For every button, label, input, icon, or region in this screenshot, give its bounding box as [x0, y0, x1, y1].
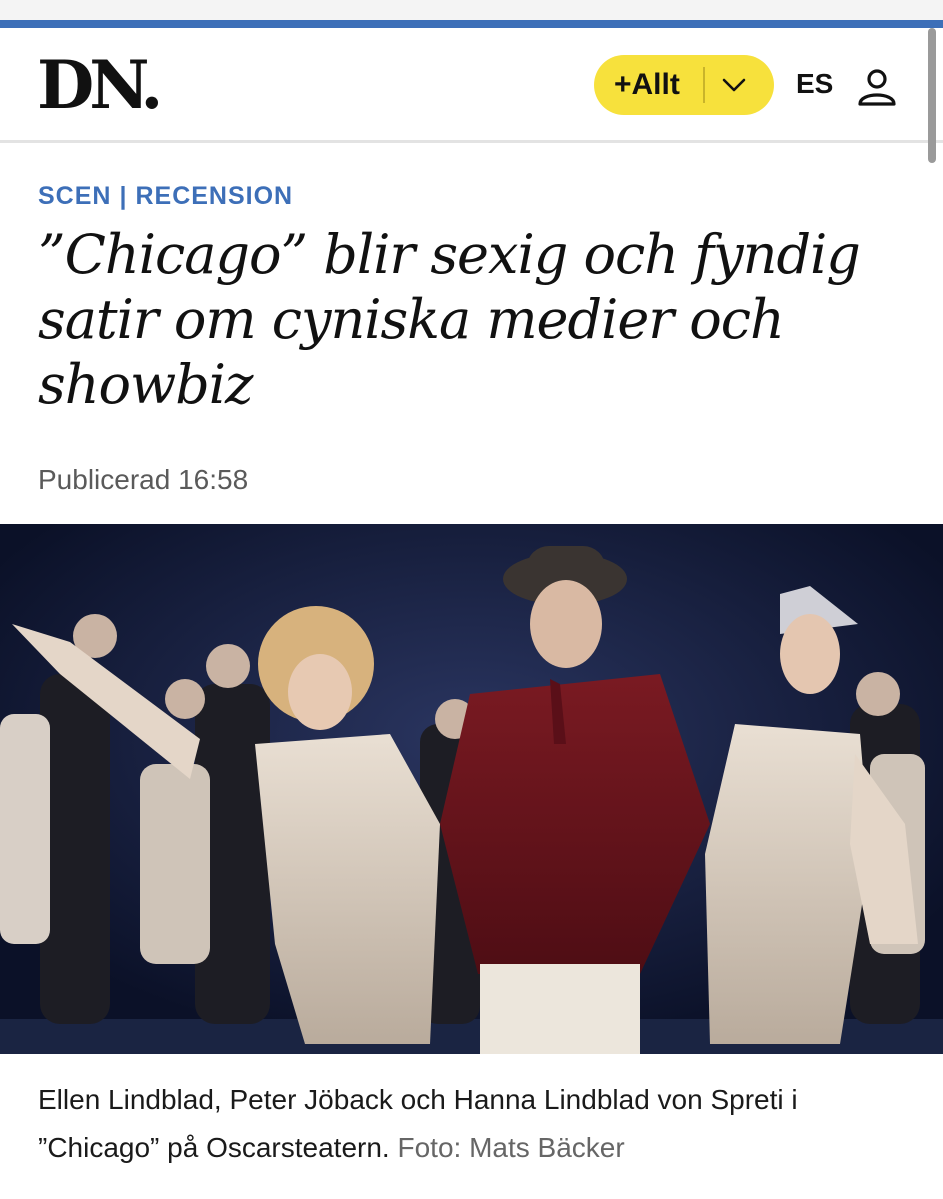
section-link[interactable]: SCEN — [38, 182, 111, 210]
all-sections-menu-button[interactable]: +Allt — [594, 55, 774, 115]
subsection-link[interactable]: RECENSION — [135, 182, 293, 210]
brand-accent-bar — [0, 20, 943, 28]
all-sections-label: +Allt — [614, 68, 680, 101]
published-time: Publicerad 16:58 — [38, 464, 249, 495]
chevron-down-icon[interactable] — [720, 74, 748, 96]
article-headline: ”Chicago” blir sexig och fyndig satir om… — [38, 223, 861, 416]
photo-credit: Foto: Mats Bäcker — [397, 1132, 625, 1163]
stage-photo-illustration — [0, 524, 943, 1054]
page-scrollbar[interactable] — [928, 28, 936, 163]
photo-caption: Ellen Lindblad, Peter Jöback och Hanna L… — [38, 1076, 918, 1172]
user-icon[interactable] — [856, 66, 898, 108]
browser-top-strip — [0, 0, 943, 20]
language-edition-link[interactable]: ES — [796, 68, 833, 100]
article-photo[interactable] — [0, 524, 943, 1054]
breadcrumb-separator: | — [119, 182, 128, 210]
site-header: DN. +Allt ES — [0, 28, 943, 143]
dn-logo[interactable]: DN. — [37, 50, 163, 120]
section-breadcrumb: SCEN | RECENSION — [38, 182, 293, 211]
pill-divider — [703, 67, 705, 103]
